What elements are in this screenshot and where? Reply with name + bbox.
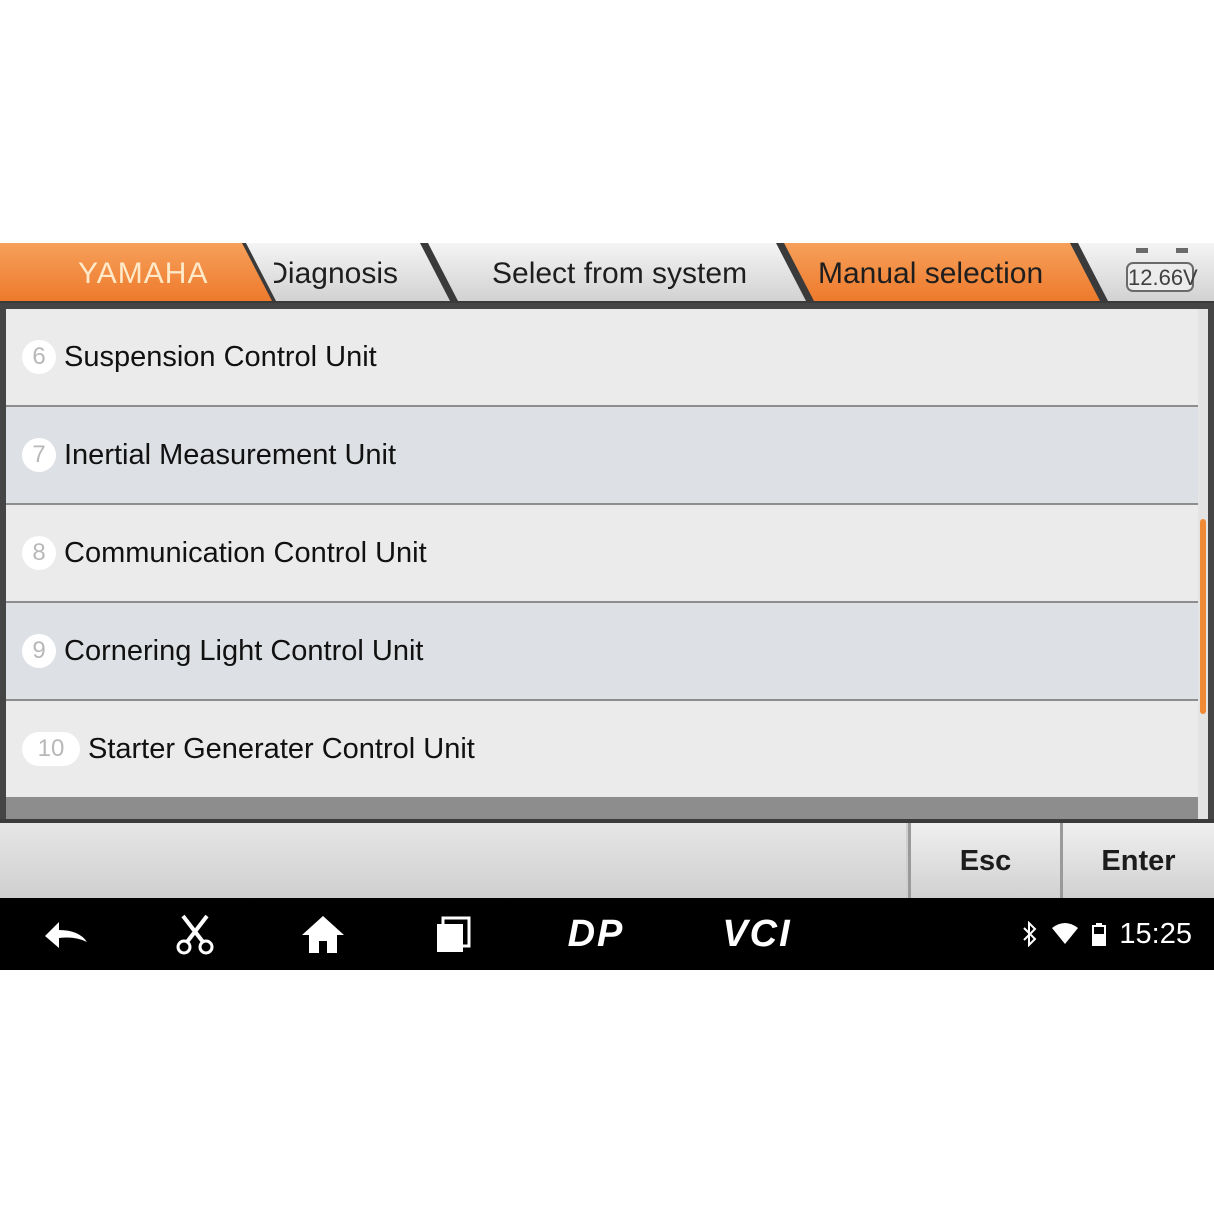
list-item[interactable]: 10 Starter Generater Control Unit	[6, 701, 1198, 797]
list-item[interactable]: 9 Cornering Light Control Unit	[6, 603, 1198, 699]
battery-voltage: 12.66V	[1126, 262, 1198, 292]
list-item[interactable]: 6 Suspension Control Unit	[6, 309, 1198, 405]
breadcrumb: YAMAHA Diagnosis Select from system Manu…	[0, 243, 1214, 303]
item-label: Suspension Control Unit	[64, 340, 377, 373]
bluetooth-icon	[1023, 921, 1037, 947]
vci-label: VCI	[722, 912, 792, 955]
crumb-diagnosis[interactable]: Diagnosis	[274, 243, 398, 303]
recent-apps-icon[interactable]	[426, 910, 480, 958]
crumb-brand[interactable]: YAMAHA	[78, 243, 228, 303]
crumb-select-from-system[interactable]: Select from system	[492, 243, 762, 303]
dp-button[interactable]: DP	[556, 910, 636, 958]
item-label: Communication Control Unit	[64, 536, 427, 569]
crumb-manual-selection[interactable]: Manual selection	[818, 243, 1058, 303]
battery-icon	[1092, 923, 1107, 946]
item-label: Inertial Measurement Unit	[64, 438, 397, 471]
vci-button[interactable]: VCI	[712, 910, 802, 958]
back-icon[interactable]	[36, 910, 96, 958]
item-number: 8	[22, 536, 56, 570]
system-nav-bar: DP VCI 15:25	[0, 898, 1214, 970]
clock: 15:25	[1119, 917, 1192, 950]
list-item[interactable]: 7 Inertial Measurement Unit	[6, 407, 1198, 503]
battery-terminal-icon	[1136, 248, 1148, 253]
scrollbar-thumb[interactable]	[1200, 519, 1206, 714]
item-number: 6	[22, 340, 56, 374]
item-label: Starter Generater Control Unit	[88, 732, 475, 765]
wifi-icon	[1052, 923, 1079, 944]
action-bar: Esc Enter	[0, 819, 1214, 899]
scissors-icon[interactable]	[168, 910, 222, 958]
enter-button[interactable]: Enter	[1060, 823, 1214, 899]
item-number: 7	[22, 438, 56, 472]
esc-button[interactable]: Esc	[908, 823, 1060, 899]
status-area: 15:25	[1021, 898, 1192, 970]
list-item[interactable]: 8 Communication Control Unit	[6, 505, 1198, 601]
item-number: 9	[22, 634, 56, 668]
battery-terminal-icon	[1176, 248, 1188, 253]
item-label: Cornering Light Control Unit	[64, 634, 424, 667]
item-number: 10	[22, 732, 80, 766]
app-screen: YAMAHA Diagnosis Select from system Manu…	[0, 243, 1214, 970]
home-icon[interactable]	[296, 910, 350, 958]
dp-label: DP	[567, 912, 625, 955]
info-area	[0, 823, 906, 899]
